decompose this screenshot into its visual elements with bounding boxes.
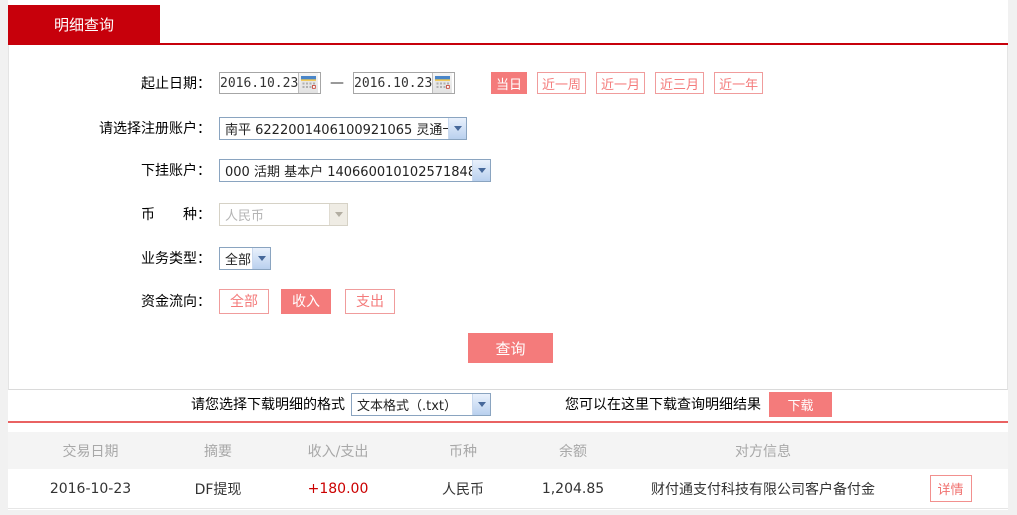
calendar-icon[interactable] <box>432 73 452 93</box>
currency-row: 币 种： 人民币 <box>9 202 1007 226</box>
start-date-input[interactable] <box>219 72 321 94</box>
tab-detail-query[interactable]: 明细查询 <box>8 5 160 43</box>
table-header: 交易日期 摘要 收入/支出 币种 余额 对方信息 <box>8 432 1008 469</box>
register-account-row: 请选择注册账户： 南平 6222001406100921065 灵通卡 <box>9 116 1007 140</box>
cell-balance: 1,204.85 <box>541 480 605 497</box>
query-button[interactable]: 查询 <box>468 333 553 363</box>
cell-summary: DF提现 <box>194 481 242 498</box>
detail-query-page: 明细查询 起止日期： 2016.10.23 — 2016.10.23 当日 近一… <box>0 0 1017 515</box>
header-currency: 币种 <box>449 443 477 460</box>
fund-flow-income-button[interactable]: 收入 <box>281 288 331 314</box>
query-form: 起止日期： 2016.10.23 — 2016.10.23 当日 近一周 近一月… <box>8 45 1008 390</box>
sub-account-row: 下挂账户： 000 活期 基本户 140660010102571848 <box>9 158 1007 182</box>
calendar-icon-glyph <box>435 76 450 90</box>
table-row: 2016-10-23 DF提现 +180.00 人民币 1,204.85 财付通… <box>8 469 1008 509</box>
date-range-label: 起止日期： <box>141 76 211 92</box>
sub-account-label: 下挂账户： <box>141 163 211 179</box>
quick-range-month-button[interactable]: 近一月 <box>596 72 646 94</box>
cell-date: 2016-10-23 <box>49 480 132 497</box>
page-content: 明细查询 起止日期： 2016.10.23 — 2016.10.23 当日 近一… <box>8 0 1008 510</box>
business-type-value: 全部 <box>225 252 252 268</box>
currency-value: 人民币 <box>225 208 265 224</box>
download-button[interactable]: 下载 <box>769 391 832 417</box>
cell-counterparty: 财付通支付科技有限公司客户备付金 <box>651 481 875 498</box>
cell-amount: +180.00 <box>307 480 369 497</box>
quick-range-year-button[interactable]: 近一年 <box>714 72 764 94</box>
table-top-divider <box>8 421 1008 423</box>
header-summary: 摘要 <box>204 443 232 460</box>
header-counterparty: 对方信息 <box>735 443 791 460</box>
start-date-value[interactable] <box>220 74 298 92</box>
sub-account-value: 000 活期 基本户 140660010102571848 <box>225 164 472 180</box>
fund-flow-expense-button[interactable]: 支出 <box>345 288 395 314</box>
chevron-down-icon <box>252 247 270 269</box>
end-date-value[interactable] <box>354 74 432 92</box>
currency-label: 币 种： <box>141 207 211 223</box>
sub-account-select[interactable]: 000 活期 基本户 140660010102571848 <box>219 158 491 182</box>
fund-flow-all-button[interactable]: 全部 <box>219 288 269 314</box>
chevron-down-icon <box>472 393 490 415</box>
currency-select: 人民币 <box>219 202 348 226</box>
register-account-label: 请选择注册账户： <box>99 121 211 137</box>
header-balance: 余额 <box>559 443 587 460</box>
chevron-down-icon <box>472 159 490 181</box>
header-date: 交易日期 <box>62 443 119 460</box>
business-type-row: 业务类型： 全部 <box>9 246 1007 270</box>
download-hint: 您可以在这里下载查询明细结果 <box>565 397 761 413</box>
chevron-down-icon <box>329 203 347 225</box>
quick-range-week-button[interactable]: 近一周 <box>537 72 587 94</box>
chevron-down-icon <box>448 117 466 139</box>
detail-button[interactable]: 详情 <box>929 475 972 502</box>
register-account-value: 南平 6222001406100921065 灵通卡 <box>225 122 448 138</box>
fund-flow-label: 资金流向： <box>141 294 211 310</box>
download-format-select[interactable]: 文本格式（.txt） <box>351 392 491 416</box>
business-type-select[interactable]: 全部 <box>219 246 271 270</box>
end-date-input[interactable] <box>353 72 455 94</box>
fund-flow-row: 资金流向： 全部 收入 支出 <box>9 288 1007 314</box>
download-format-label: 请您选择下载明细的格式 <box>191 397 345 413</box>
register-account-select[interactable]: 南平 6222001406100921065 灵通卡 <box>219 116 467 140</box>
calendar-icon-glyph <box>301 76 316 90</box>
date-separator: — <box>330 75 344 91</box>
download-format-value: 文本格式（.txt） <box>357 398 458 414</box>
download-row: 请您选择下载明细的格式 文本格式（.txt） 您可以在这里下载查询明细结果 下载 <box>8 388 1008 420</box>
quick-range-quarter-button[interactable]: 近三月 <box>655 72 705 94</box>
date-range-row: 起止日期： 2016.10.23 — 2016.10.23 当日 近一周 近一月… <box>9 70 1007 96</box>
business-type-label: 业务类型： <box>141 251 211 267</box>
header-amount: 收入/支出 <box>307 443 369 460</box>
quick-range-today-button[interactable]: 当日 <box>491 72 528 94</box>
calendar-icon[interactable] <box>298 73 318 93</box>
cell-currency: 人民币 <box>442 481 484 498</box>
